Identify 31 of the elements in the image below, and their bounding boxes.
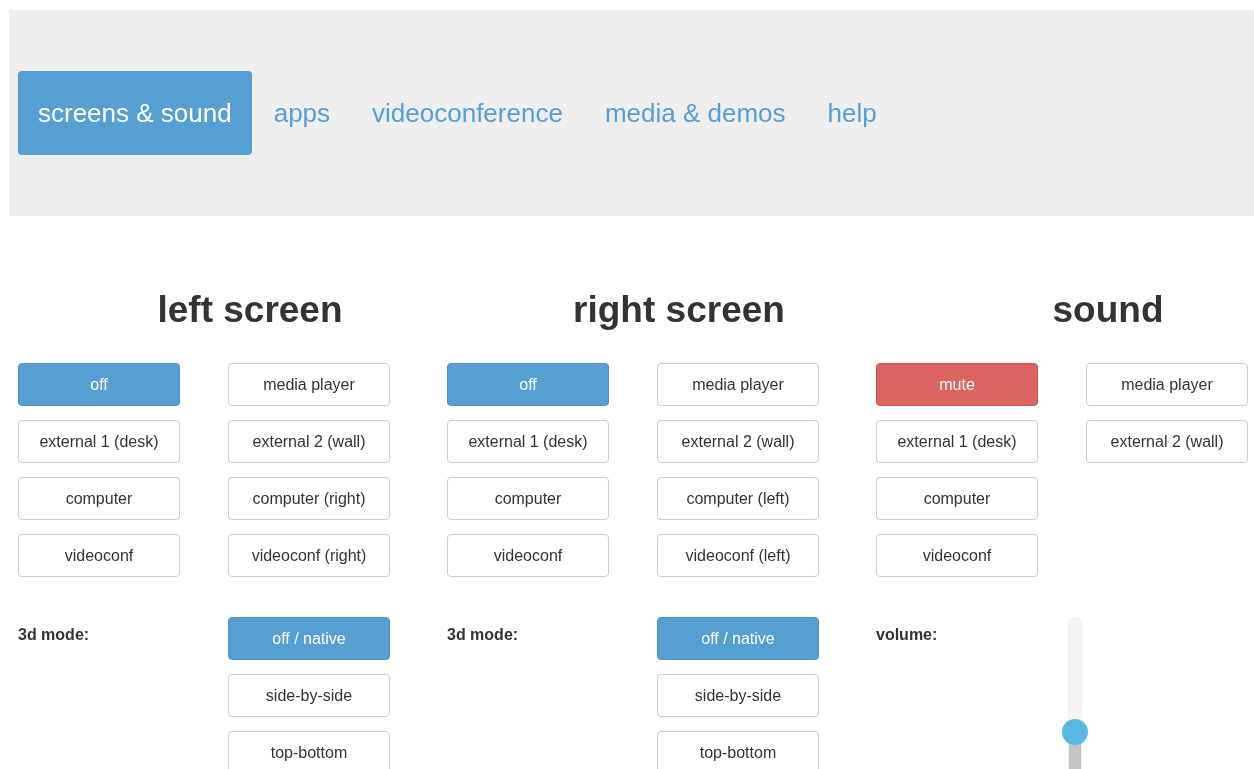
volume-slider[interactable] <box>1062 617 1088 769</box>
option-button[interactable]: computer <box>18 477 180 520</box>
option-button[interactable]: external 2 (wall) <box>657 420 819 463</box>
option-button[interactable]: media player <box>657 363 819 406</box>
field-label: volume: <box>876 626 938 643</box>
option-button[interactable]: videoconf <box>876 534 1038 577</box>
option-button[interactable]: external 2 (wall) <box>228 420 390 463</box>
option-button[interactable]: top-bottom <box>657 731 819 769</box>
option-button[interactable]: videoconf (left) <box>657 534 819 577</box>
option-button[interactable]: computer (right) <box>228 477 390 520</box>
option-button[interactable]: external 2 (wall) <box>1086 420 1248 463</box>
option-button[interactable]: computer <box>447 477 609 520</box>
section-heading: sound <box>1052 289 1164 330</box>
field-label: 3d mode: <box>447 626 519 643</box>
option-button[interactable]: side-by-side <box>228 674 390 717</box>
option-button[interactable]: external 1 (desk) <box>447 420 609 463</box>
option-button[interactable]: media player <box>1086 363 1248 406</box>
field-label: 3d mode: <box>18 626 90 643</box>
option-button[interactable]: external 1 (desk) <box>876 420 1038 463</box>
option-button[interactable]: videoconf (right) <box>228 534 390 577</box>
option-button[interactable]: media player <box>228 363 390 406</box>
option-button[interactable]: top-bottom <box>228 731 390 769</box>
option-button[interactable]: videoconf <box>447 534 609 577</box>
option-button[interactable]: computer <box>876 477 1038 520</box>
section-heading: left screen <box>157 289 343 330</box>
option-button[interactable]: side-by-side <box>657 674 819 717</box>
option-button[interactable]: computer (left) <box>657 477 819 520</box>
section-heading: right screen <box>573 289 785 330</box>
option-button[interactable]: videoconf <box>18 534 180 577</box>
option-button[interactable]: external 1 (desk) <box>18 420 180 463</box>
slider-thumb[interactable] <box>1062 719 1088 746</box>
